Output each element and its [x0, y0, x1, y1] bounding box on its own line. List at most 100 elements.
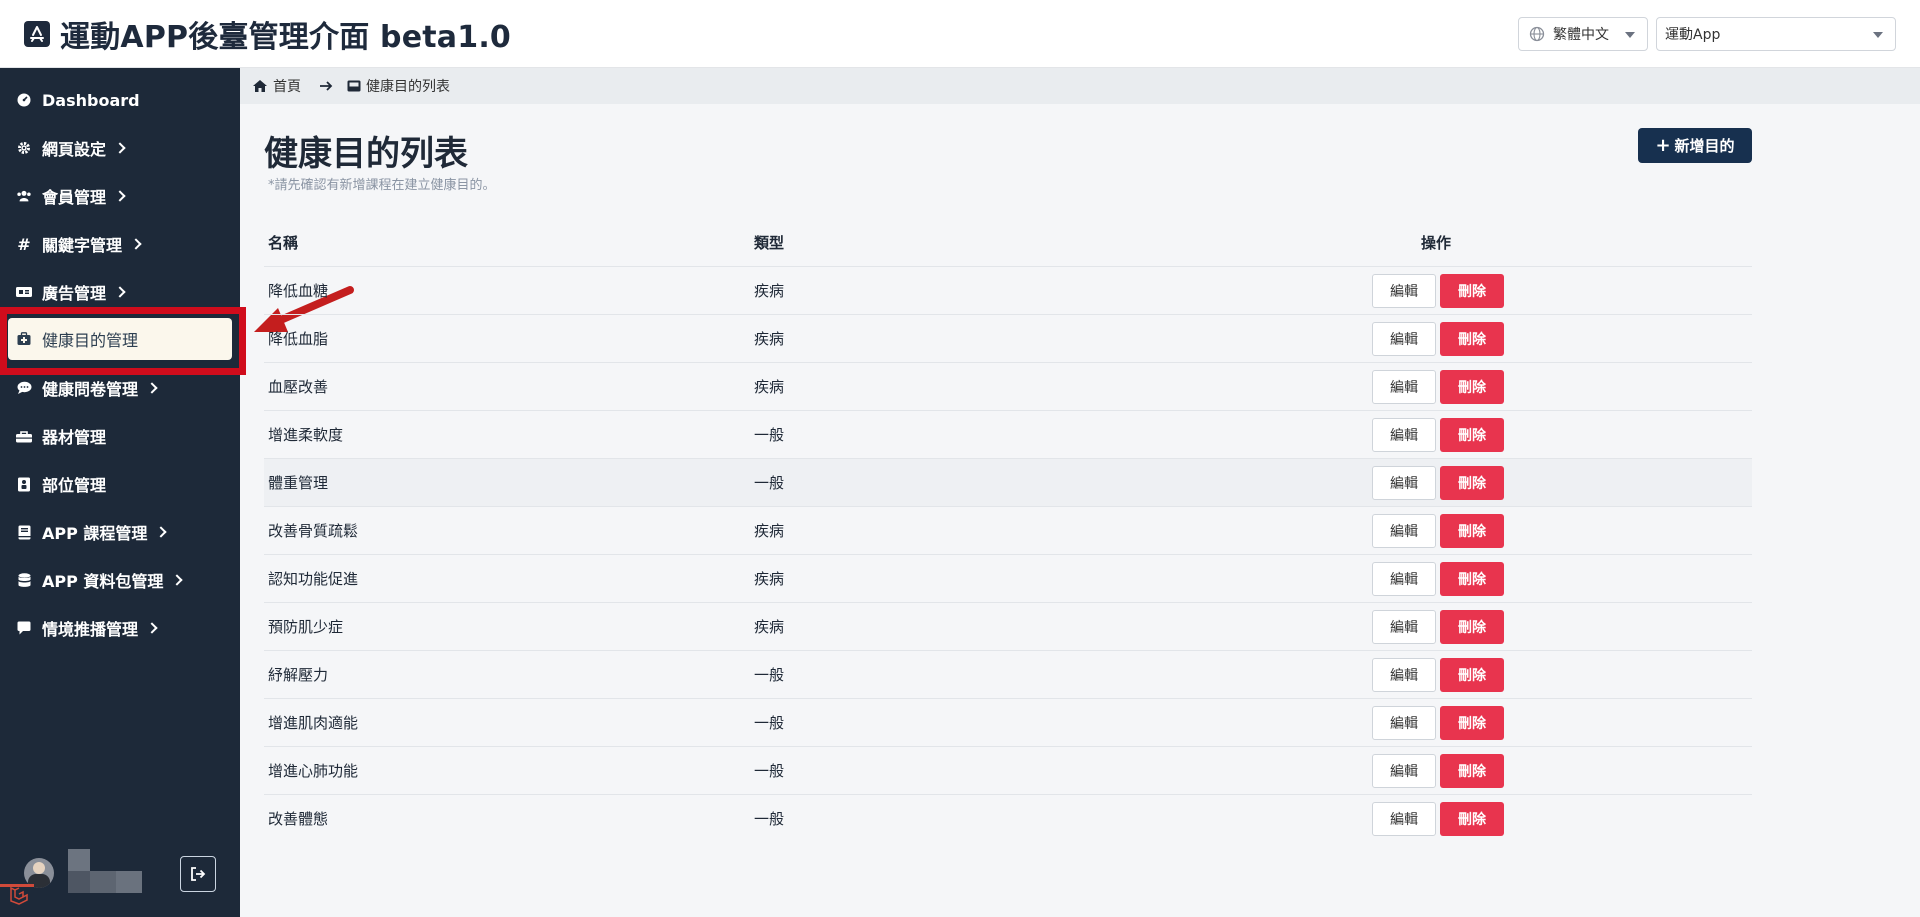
- edit-button[interactable]: 編輯: [1372, 705, 1436, 740]
- table-row: 增進肌肉適能 一般 編輯 刪除: [264, 698, 1752, 746]
- edit-button[interactable]: 編輯: [1372, 561, 1436, 596]
- chevron-right-icon: [114, 190, 126, 202]
- edit-button[interactable]: 編輯: [1372, 657, 1436, 692]
- delete-button[interactable]: 刪除: [1440, 465, 1504, 500]
- logout-button[interactable]: [180, 856, 216, 892]
- breadcrumb-current: 健康目的列表: [347, 76, 450, 96]
- sidebar-item-equipment[interactable]: 器材管理: [0, 416, 240, 456]
- delete-button[interactable]: 刪除: [1440, 561, 1504, 596]
- delete-button[interactable]: 刪除: [1440, 417, 1504, 452]
- language-value: 繁體中文: [1553, 27, 1609, 43]
- sidebar-item-body-parts[interactable]: 部位管理: [0, 464, 240, 504]
- app-store-icon: [24, 21, 50, 47]
- row-actions: 編輯 刪除: [1204, 273, 1752, 308]
- book-icon: [16, 524, 32, 540]
- page-note: *請先確認有新增課程在建立健康目的。: [268, 178, 496, 193]
- goal-name: 改善體態: [268, 810, 329, 828]
- goal-name: 紓解壓力: [268, 666, 329, 684]
- page-title: 健康目的列表: [264, 134, 468, 174]
- chevron-right-icon: [155, 526, 168, 538]
- message-icon: [16, 620, 32, 636]
- sidebar-item-keywords[interactable]: # 關鍵字管理: [0, 224, 240, 264]
- sidebar-item-app-courses[interactable]: APP 課程管理: [0, 512, 240, 552]
- sidebar-item-context-push[interactable]: 情境推播管理: [0, 608, 240, 648]
- table-row: 增進柔軟度 一般 編輯 刪除: [264, 410, 1752, 458]
- goal-name: 改善骨質疏鬆: [268, 522, 359, 540]
- row-actions: 編輯 刪除: [1204, 369, 1752, 404]
- database-icon: [16, 572, 32, 588]
- edit-button[interactable]: 編輯: [1372, 465, 1436, 500]
- goal-name: 預防肌少症: [268, 618, 344, 636]
- language-select[interactable]: 繁體中文: [1518, 17, 1648, 51]
- breadcrumb-current-label: 健康目的列表: [366, 79, 450, 95]
- edit-button[interactable]: 編輯: [1372, 609, 1436, 644]
- goal-type: 疾病: [754, 618, 785, 636]
- header-actions-label: 操作: [1421, 233, 1452, 252]
- sidebar-item-label: 網頁設定: [42, 140, 107, 159]
- sidebar-item-label: 器材管理: [42, 428, 107, 447]
- plus-icon: +: [1655, 135, 1671, 156]
- sidebar-item-web-settings[interactable]: 網頁設定: [0, 128, 240, 168]
- breadcrumb-home[interactable]: 首頁: [252, 76, 301, 96]
- goals-table: 名稱 類型 操作 降低血糖 疾病 編輯 刪除 降低血脂 疾病 編輯 刪除 血壓改善 疾病 編輯 刪除增…: [264, 218, 1752, 842]
- goal-name: 降低血脂: [268, 330, 329, 348]
- goal-name: 降低血糖: [268, 282, 329, 300]
- delete-button[interactable]: 刪除: [1440, 321, 1504, 356]
- row-actions: 編輯 刪除: [1204, 753, 1752, 788]
- row-actions: 編輯 刪除: [1204, 417, 1752, 452]
- goal-type: 疾病: [754, 282, 785, 300]
- delete-button[interactable]: 刪除: [1440, 657, 1504, 692]
- brand[interactable]: 運動APP後臺管理介面 beta1.0: [24, 14, 511, 55]
- edit-button[interactable]: 編輯: [1372, 321, 1436, 356]
- goal-name: 增進柔軟度: [268, 426, 344, 444]
- edit-button[interactable]: 編輯: [1372, 753, 1436, 788]
- sidebar-item-members[interactable]: 會員管理: [0, 176, 240, 216]
- row-actions: 編輯 刪除: [1204, 513, 1752, 548]
- sidebar-item-health-survey[interactable]: 健康問卷管理: [0, 368, 240, 408]
- delete-button[interactable]: 刪除: [1440, 513, 1504, 548]
- laravel-logo-icon: [8, 884, 30, 910]
- table-row: 降低血脂 疾病 編輯 刪除: [264, 314, 1752, 362]
- sidebar-item-dashboard[interactable]: Dashboard: [0, 80, 240, 120]
- breadcrumb-home-label: 首頁: [273, 79, 301, 95]
- delete-button[interactable]: 刪除: [1440, 273, 1504, 308]
- delete-button[interactable]: 刪除: [1440, 369, 1504, 404]
- sidebar-item-health-goals[interactable]: 健康目的管理: [8, 318, 232, 360]
- chevron-right-icon: [130, 238, 142, 250]
- app-select-value: 運動App: [1665, 27, 1721, 43]
- comment-icon: [16, 380, 32, 396]
- sidebar-item-label: 會員管理: [42, 188, 107, 207]
- delete-button[interactable]: 刪除: [1440, 753, 1504, 788]
- edit-button[interactable]: 編輯: [1372, 273, 1436, 308]
- add-goal-button[interactable]: + 新增目的: [1638, 128, 1752, 163]
- sidebar-item-ads[interactable]: 廣告管理: [0, 272, 240, 312]
- edit-button[interactable]: 編輯: [1372, 369, 1436, 404]
- users-icon: [16, 188, 32, 204]
- delete-button[interactable]: 刪除: [1440, 609, 1504, 644]
- sidebar-item-app-packages[interactable]: APP 資料包管理: [0, 560, 240, 600]
- delete-button[interactable]: 刪除: [1440, 801, 1504, 836]
- goal-type: 一般: [754, 810, 785, 828]
- chevron-right-icon: [114, 142, 126, 154]
- edit-button[interactable]: 編輯: [1372, 513, 1436, 548]
- table-row: 預防肌少症 疾病 編輯 刪除: [264, 602, 1752, 650]
- table-row: 紓解壓力 一般 編輯 刪除: [264, 650, 1752, 698]
- row-actions: 編輯 刪除: [1204, 801, 1752, 836]
- add-goal-label: 新增目的: [1674, 137, 1735, 155]
- goal-type: 一般: [754, 426, 785, 444]
- goal-name: 增進心肺功能: [268, 762, 359, 780]
- sidebar-item-label: APP 課程管理: [42, 524, 148, 543]
- arrow-right-icon: [319, 80, 333, 92]
- header-actions: 操作: [1204, 232, 1752, 253]
- delete-button[interactable]: 刪除: [1440, 705, 1504, 740]
- goal-type: 一般: [754, 762, 785, 780]
- edit-button[interactable]: 編輯: [1372, 801, 1436, 836]
- sidebar-item-label: APP 資料包管理: [42, 572, 164, 591]
- goal-name: 增進肌肉適能: [268, 714, 359, 732]
- redacted-username: [68, 849, 142, 893]
- app-title: 運動APP後臺管理介面 beta1.0: [60, 20, 511, 55]
- edit-button[interactable]: 編輯: [1372, 417, 1436, 452]
- table-row: 降低血糖 疾病 編輯 刪除: [264, 266, 1752, 314]
- app-select[interactable]: 運動App: [1656, 17, 1896, 51]
- globe-icon: [1529, 26, 1545, 42]
